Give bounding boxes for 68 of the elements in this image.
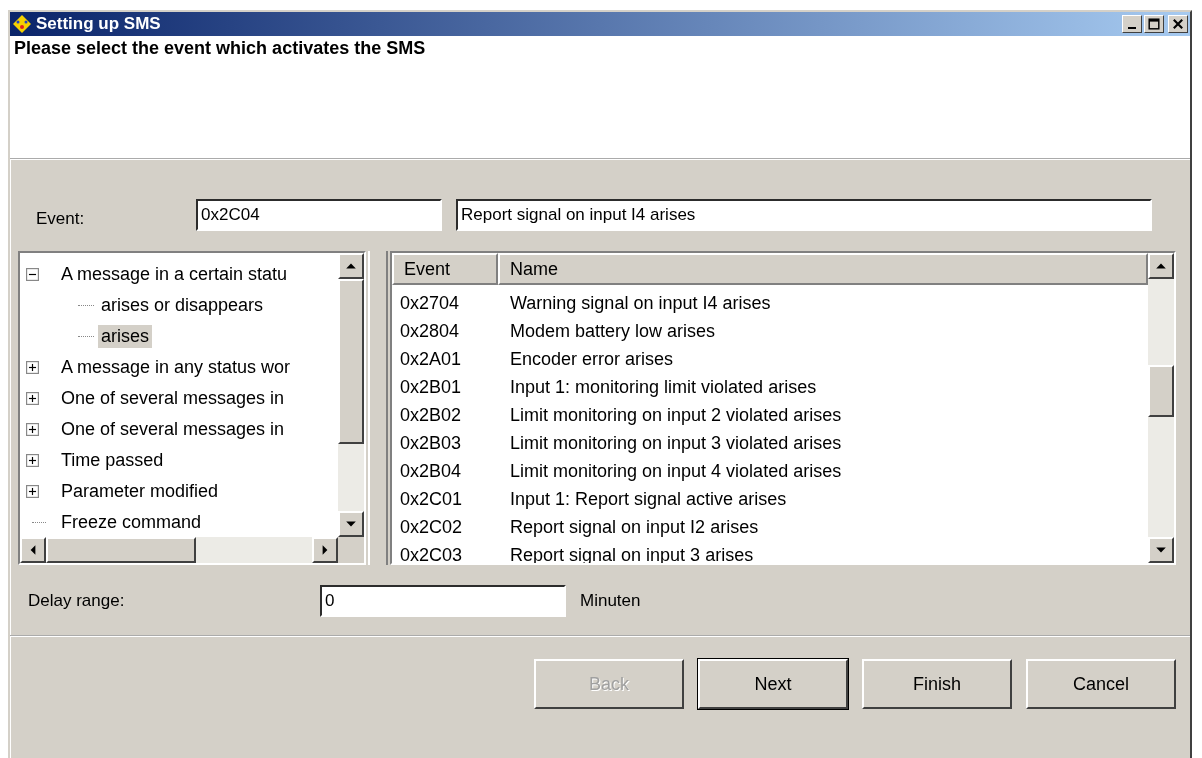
event-code-cell-text: 0x2B01	[399, 376, 463, 398]
scrollbar[interactable]	[338, 253, 364, 537]
splitter-handle[interactable]	[368, 251, 388, 565]
expand-icon[interactable]	[26, 485, 39, 498]
scroll-arrow-button[interactable]	[20, 537, 46, 563]
minimize-button[interactable]	[1122, 15, 1142, 33]
tree-item[interactable]: One of several messages in	[58, 418, 288, 441]
close-button[interactable]	[1168, 15, 1188, 33]
event-code-cell-text: 0x2704	[399, 292, 461, 314]
tree-item[interactable]: Freeze command	[58, 511, 205, 534]
scroll-arrow-button[interactable]	[338, 511, 364, 537]
maximize-button[interactable]	[1144, 15, 1164, 33]
tree-item[interactable]: arises or disappears	[98, 294, 267, 317]
event-name-cell: Report signal on input I2 arises	[510, 516, 759, 538]
scroll-arrow-button[interactable]	[1148, 253, 1174, 279]
scrollbar[interactable]	[1148, 253, 1174, 563]
event-code-cell-text: 0x2C03	[399, 544, 464, 563]
scroll-arrow-button[interactable]	[312, 537, 338, 563]
delay-field[interactable]: 0	[320, 585, 566, 617]
wizard-button[interactable]: Cancel	[1026, 659, 1176, 709]
column-header[interactable]: Name	[498, 253, 1148, 285]
event-code-cell-text: 0x2B02	[399, 404, 463, 426]
event-name-cell: Limit monitoring on input 4 violated arises	[510, 460, 842, 482]
scrollbar[interactable]	[20, 537, 364, 563]
tree-item[interactable]: A message in any status wor	[58, 356, 294, 379]
expand-icon[interactable]	[26, 454, 39, 467]
maximize-icon	[1148, 18, 1160, 30]
event-code-cell-text: 0x2A01	[399, 348, 463, 370]
event-code-cell-text: 0x2B04	[399, 460, 463, 482]
tree-item[interactable]: One of several messages in	[58, 387, 288, 410]
event-description-field[interactable]: Report signal on input I4 arises	[456, 199, 1152, 231]
event-label: Event:	[35, 209, 86, 229]
minimize-icon	[1128, 27, 1136, 29]
app-logo-icon	[12, 14, 32, 34]
expand-icon[interactable]	[26, 392, 39, 405]
event-code-cell-text: 0x2B03	[399, 432, 463, 454]
event-code-field[interactable]: 0x2C04	[196, 199, 442, 231]
event-name-cell: Input 1: Report signal active arises	[510, 488, 787, 510]
event-name-cell: Limit monitoring on input 3 violated arises	[510, 432, 842, 454]
scroll-thumb[interactable]	[46, 537, 196, 563]
scroll-arrow-button[interactable]	[1148, 537, 1174, 563]
tree-item[interactable]: A message in a certain statu	[58, 263, 291, 286]
unit-label: Minuten	[580, 591, 641, 611]
wizard-button[interactable]: Finish	[862, 659, 1012, 709]
tree-item[interactable]: Time passed	[58, 449, 167, 472]
event-name-cell: Encoder error arises	[510, 348, 674, 370]
expand-icon[interactable]	[26, 423, 39, 436]
scroll-thumb[interactable]	[1148, 365, 1174, 417]
tree-item[interactable]: Parameter modified	[58, 480, 222, 503]
event-code-cell-text: 0x2C02	[399, 516, 464, 538]
wizard-button[interactable]: Next	[698, 659, 848, 709]
scroll-thumb[interactable]	[338, 279, 364, 444]
collapse-icon[interactable]	[26, 268, 39, 281]
event-name-cell: Limit monitoring on input 2 violated arises	[510, 404, 842, 426]
instruction-text: Please select the event which activates the SMS	[14, 38, 426, 58]
event-name-cell: Warning signal on input I4 arises	[510, 292, 771, 314]
expand-icon[interactable]	[26, 361, 39, 374]
delay-label: Delay range:	[27, 591, 126, 611]
scrollbar-corner	[338, 537, 364, 563]
close-icon	[1172, 18, 1184, 30]
scroll-arrow-button[interactable]	[338, 253, 364, 279]
column-header[interactable]: Event	[392, 253, 498, 285]
tree-item[interactable]: arises	[98, 325, 152, 348]
event-code-cell-text: 0x2804	[399, 320, 461, 342]
window-title: Setting up SMS	[36, 14, 162, 34]
event-code-cell-text: 0x2C01	[399, 488, 464, 510]
event-name-cell: Modem battery low arises	[510, 320, 716, 342]
event-name-cell: Input 1: monitoring limit violated arises	[510, 376, 817, 398]
